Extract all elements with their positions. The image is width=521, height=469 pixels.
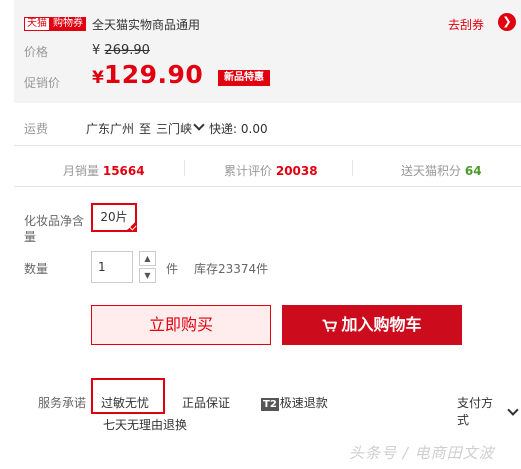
spec-option-selected[interactable]: 20片 (91, 203, 137, 232)
fast-refund-label: 极速退款 (279, 396, 328, 410)
service-label: 服务承诺 (38, 396, 87, 410)
divider (14, 186, 521, 187)
chevron-right-circle-icon[interactable]: ❯ (498, 13, 516, 31)
stock-count: 库存23374件 (194, 262, 269, 276)
add-to-cart-label: 加入购物车 (341, 315, 422, 334)
ship-to-word: 至 (139, 122, 152, 136)
stat-divider (352, 160, 353, 176)
new-product-badge: 新品特惠 (218, 70, 270, 86)
divider (14, 145, 521, 146)
scratch-coupon-link[interactable]: 去刮券 (448, 16, 484, 33)
promo-price: ¥129.90 (92, 60, 203, 89)
currency-symbol: ¥ (92, 43, 101, 58)
stat-divider (184, 160, 185, 176)
cart-icon (322, 319, 338, 332)
selected-check-icon (125, 220, 137, 232)
chevron-down-icon (507, 403, 519, 416)
promo-currency-symbol: ¥ (92, 68, 104, 88)
quantity-decrease-button[interactable]: ▼ (139, 268, 156, 283)
spec-label: 化妆品净含量 (24, 214, 85, 244)
price-label: 价格 (24, 45, 49, 59)
service-allergy-free[interactable]: 过敏无忧 (101, 394, 149, 411)
coupon-row: 天猫 购物券 全天猫实物商品通用 (24, 16, 200, 32)
promo-price-value: 129.90 (103, 60, 204, 89)
watermark: 头条号 / 电商田文波 (349, 444, 495, 462)
service-fast-refund[interactable]: T2 极速退款 (261, 394, 328, 411)
points-value: 64 (464, 164, 482, 178)
quantity-input[interactable]: 1 (91, 251, 133, 283)
points-label: 送天猫积分 (401, 164, 462, 178)
payment-method-dropdown[interactable]: 支付方式 (457, 394, 521, 428)
coupon-description: 全天猫实物商品通用 (92, 17, 201, 32)
add-to-cart-button[interactable]: 加入购物车 (282, 305, 462, 345)
payment-label: 支付方式 (457, 396, 494, 427)
original-price: ¥ 269.90 (92, 43, 150, 58)
tmall-points: 送天猫积分 64 (401, 162, 482, 179)
quantity-label: 数量 (24, 262, 49, 276)
chevron-down-icon (193, 119, 205, 131)
quantity-increase-button[interactable]: ▲ (139, 251, 156, 266)
buy-now-button[interactable]: 立即购买 (91, 305, 271, 345)
monthly-sales: 月销量 15664 (63, 162, 145, 179)
ship-destination-selector[interactable]: 三门峡 (156, 119, 207, 137)
shipping-label: 运费 (24, 122, 49, 136)
reviews-label: 累计评价 (224, 164, 273, 178)
monthly-sales-label: 月销量 (63, 164, 100, 178)
quantity-unit: 件 (166, 262, 179, 276)
promo-price-label: 促销价 (24, 76, 61, 90)
ship-destination: 三门峡 (156, 122, 193, 136)
ship-from: 广东广州 (86, 122, 135, 136)
original-price-value: 269.90 (104, 43, 150, 58)
tmall-tag: 天猫 (24, 17, 50, 31)
coupon-tag: 购物券 (50, 17, 86, 31)
spec-option-label: 20片 (100, 210, 128, 224)
monthly-sales-value: 15664 (102, 164, 145, 178)
reviews-value: 20038 (275, 164, 318, 178)
shipping-info: 广东广州 至 三门峡 快递: 0.00 (86, 119, 268, 137)
seven-day-return: 七天无理由退换 (103, 418, 188, 432)
total-reviews[interactable]: 累计评价 20038 (224, 162, 318, 179)
t2-badge-icon: T2 (261, 398, 279, 411)
service-genuine[interactable]: 正品保证 (182, 394, 230, 411)
ship-method: 快递: 0.00 (209, 122, 268, 136)
price-panel: 天猫 购物券 全天猫实物商品通用 去刮券 ❯ 价格 ¥ 269.90 促销价 ¥… (14, 0, 521, 103)
